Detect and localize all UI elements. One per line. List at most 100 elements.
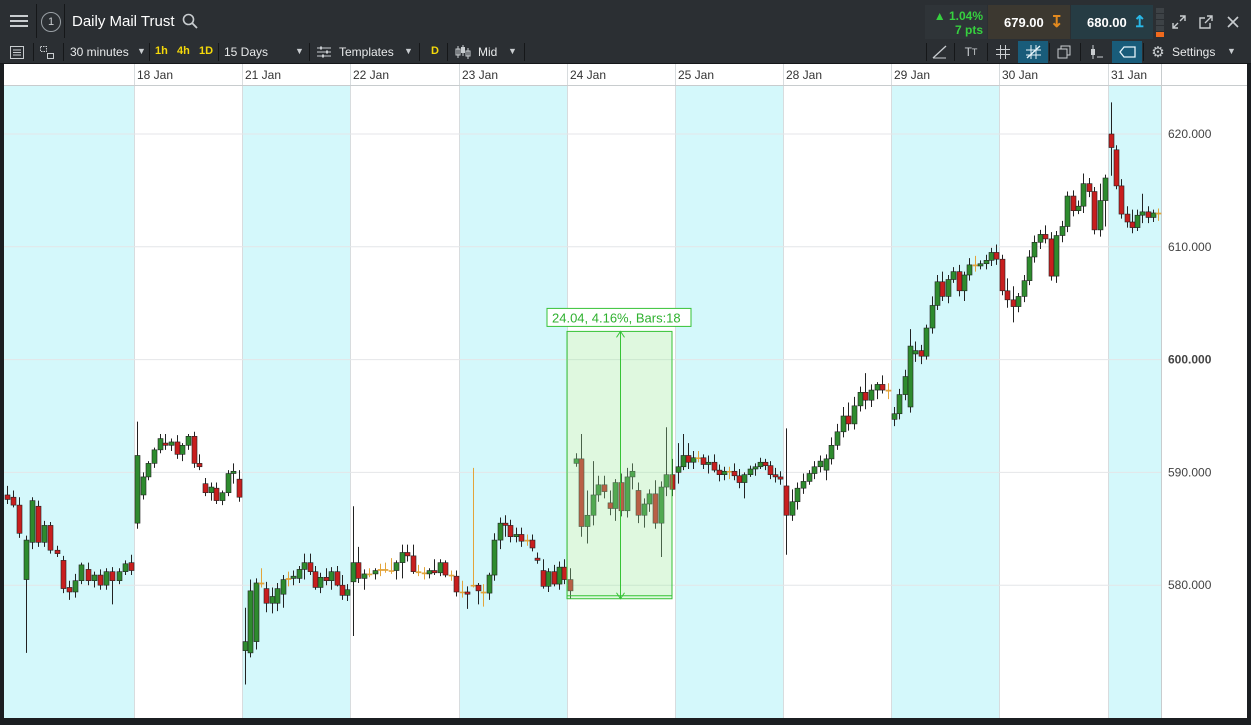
- candle-body: [736, 475, 743, 483]
- divider: [954, 43, 955, 61]
- candle-body: [513, 534, 520, 537]
- indicator-icon[interactable]: [1086, 44, 1104, 60]
- popout-icon[interactable]: [1197, 13, 1215, 31]
- x-tick-label: 28 Jan: [786, 68, 822, 82]
- templates-label: Templates: [339, 45, 394, 59]
- candle-body: [1129, 221, 1136, 228]
- candle-body: [85, 569, 92, 581]
- candle-body: [680, 455, 687, 468]
- tab-number-badge[interactable]: 1: [41, 12, 61, 32]
- candle-body: [388, 570, 395, 572]
- x-tick-label: 25 Jan: [678, 68, 714, 82]
- candle-body: [334, 571, 341, 586]
- list-icon[interactable]: [9, 44, 25, 60]
- candle-body: [415, 571, 422, 574]
- candle-body: [459, 591, 466, 594]
- candle-body: [551, 571, 558, 585]
- candle-body: [280, 579, 287, 595]
- interval-1d-button[interactable]: 1D: [199, 45, 213, 57]
- candle-body: [885, 389, 892, 392]
- candle-body: [1091, 191, 1098, 231]
- divider: [447, 43, 448, 61]
- candle-body: [1086, 183, 1093, 192]
- divider: [149, 43, 150, 61]
- crosshair-toggle-button[interactable]: [1018, 41, 1048, 63]
- candle-body: [269, 596, 276, 604]
- crosshair-icon: [1025, 44, 1041, 60]
- text-size-icon[interactable]: TT: [960, 44, 982, 60]
- candle-body: [857, 392, 864, 407]
- candle-body: [999, 258, 1006, 292]
- candle-body: [60, 560, 67, 589]
- candle-body: [518, 534, 525, 542]
- candle-body: [475, 584, 482, 592]
- candle-body: [726, 470, 733, 473]
- buy-price: 680.00: [1087, 15, 1127, 30]
- layers-icon[interactable]: [1055, 44, 1073, 60]
- y-tick-label: 590.000: [1168, 465, 1212, 479]
- interval-1h-button[interactable]: 1h: [155, 45, 168, 57]
- candle-body: [934, 281, 941, 306]
- y-tick-label: 610.000: [1168, 240, 1212, 254]
- layout-icon[interactable]: [39, 44, 55, 60]
- candle-body: [361, 573, 368, 579]
- candle-body: [328, 571, 335, 581]
- divider: [64, 4, 65, 38]
- menu-icon[interactable]: [8, 10, 30, 32]
- buy-button[interactable]: 680.00 ↥: [1071, 5, 1153, 39]
- candle-body: [772, 474, 779, 478]
- candle-body: [307, 562, 314, 572]
- daily-change-box: ▲ 1.04% 7 pts: [925, 5, 987, 39]
- candle-body: [1145, 211, 1152, 218]
- candle-body: [977, 263, 984, 267]
- candle-body: [128, 562, 135, 571]
- candle-body: [502, 522, 509, 526]
- candle-body: [355, 562, 362, 579]
- close-icon[interactable]: [1224, 13, 1242, 31]
- candle-body: [145, 463, 152, 478]
- candle-body: [4, 494, 11, 500]
- candle-body: [851, 405, 858, 425]
- candle-body: [162, 442, 169, 446]
- candle-body: [711, 461, 718, 471]
- candle-body: [219, 492, 226, 501]
- candle-body: [122, 563, 129, 572]
- candle-body: [23, 539, 30, 580]
- chart-area[interactable]: 620.000 610.000 600.000 590.000 580.000 18 Ja…: [4, 64, 1247, 718]
- candle-body: [116, 571, 123, 581]
- candle-body: [404, 552, 411, 557]
- candle-body: [1059, 226, 1066, 236]
- candlestick-chart[interactable]: 620.000 610.000 600.000 590.000 580.000 18 Ja…: [4, 64, 1247, 718]
- grid-icon[interactable]: [994, 44, 1012, 60]
- d-toggle-button[interactable]: D: [431, 45, 439, 57]
- candle-body: [1042, 234, 1049, 240]
- candle-body: [1097, 200, 1104, 231]
- chevron-down-icon: ▼: [137, 46, 146, 56]
- sell-button[interactable]: 679.00 ↧: [988, 5, 1070, 39]
- candle-body: [1031, 241, 1038, 258]
- divider: [33, 43, 34, 61]
- x-tick-label: 29 Jan: [894, 68, 930, 82]
- candle-body: [97, 574, 104, 586]
- candle-body: [230, 470, 237, 474]
- candle-body: [29, 500, 36, 543]
- candle-body: [437, 562, 444, 574]
- expand-icon[interactable]: [1170, 13, 1188, 31]
- candle-body: [874, 384, 881, 391]
- arrow-down-icon: ↧: [1050, 14, 1064, 31]
- candle-body: [258, 582, 265, 585]
- divider: [309, 43, 310, 61]
- candle-body: [939, 281, 946, 297]
- draw-line-icon[interactable]: [930, 44, 948, 60]
- candle-body: [296, 569, 303, 579]
- candle-body: [918, 350, 925, 357]
- candle-body: [486, 574, 493, 594]
- candle-body: [966, 264, 973, 276]
- candle-body: [794, 487, 801, 503]
- candle-body: [66, 587, 73, 593]
- candle-body: [103, 571, 110, 586]
- candle-body: [213, 487, 220, 501]
- label-toggle-button[interactable]: [1112, 41, 1142, 63]
- interval-4h-button[interactable]: 4h: [177, 45, 190, 57]
- search-icon[interactable]: [181, 12, 199, 30]
